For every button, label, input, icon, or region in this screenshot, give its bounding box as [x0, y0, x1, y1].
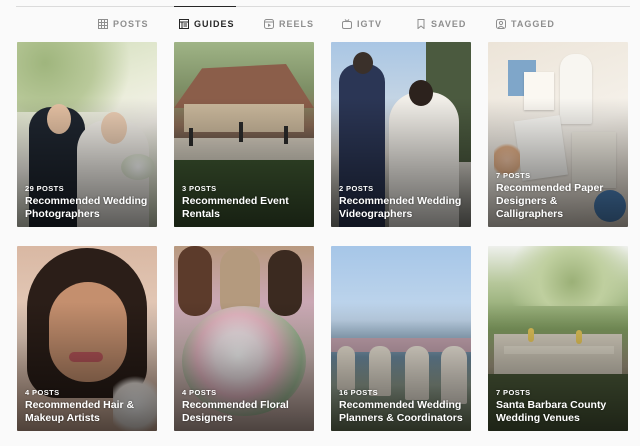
- igtv-icon: [342, 19, 352, 29]
- guide-card-hair-makeup[interactable]: 4 POSTS Recommended Hair & Makeup Artist…: [17, 246, 157, 431]
- guide-title: Recommended Paper Designers & Calligraph…: [496, 182, 604, 220]
- tab-tagged[interactable]: TAGGED: [496, 16, 555, 32]
- guide-card-venues[interactable]: 7 POSTS Santa Barbara County Wedding Ven…: [488, 246, 628, 431]
- bookmark-icon: [416, 19, 426, 29]
- guide-post-count: 4 POSTS: [25, 388, 60, 397]
- guide-post-count: 7 POSTS: [496, 388, 531, 397]
- guide-title: Recommended Wedding Videographers: [339, 195, 462, 220]
- tab-posts[interactable]: POSTS: [98, 16, 149, 32]
- guide-meta: 4 POSTS Recommended Floral Designers: [182, 388, 308, 425]
- guide-meta: 29 POSTS Recommended Wedding Photographe…: [25, 184, 151, 221]
- reels-icon: [264, 19, 274, 29]
- guide-meta: 7 POSTS Santa Barbara County Wedding Ven…: [496, 388, 622, 425]
- active-tab-indicator: [174, 6, 236, 7]
- guide-post-count: 4 POSTS: [182, 388, 217, 397]
- guide-post-count: 2 POSTS: [339, 184, 374, 193]
- guide-title: Santa Barbara County Wedding Venues: [496, 399, 607, 424]
- guide-title: Recommended Hair & Makeup Artists: [25, 399, 135, 424]
- tab-guides-label: GUIDES: [194, 19, 235, 29]
- guide-title: Recommended Wedding Photographers: [25, 195, 148, 220]
- profile-tabs: POSTS GUIDES REELS IGTV SAVED TAGGED: [0, 0, 640, 42]
- tab-reels-label: REELS: [279, 19, 315, 29]
- guide-card-floral[interactable]: 4 POSTS Recommended Floral Designers: [174, 246, 314, 431]
- tab-guides[interactable]: GUIDES: [179, 16, 235, 32]
- guide-meta: 2 POSTS Recommended Wedding Videographer…: [339, 184, 465, 221]
- guide-meta: 16 POSTS Recommended Wedding Planners & …: [339, 388, 465, 425]
- guide-card-videographers[interactable]: 2 POSTS Recommended Wedding Videographer…: [331, 42, 471, 227]
- tab-saved[interactable]: SAVED: [416, 16, 466, 32]
- guide-post-count: 16 POSTS: [339, 388, 379, 397]
- guide-card-planners[interactable]: 16 POSTS Recommended Wedding Planners & …: [331, 246, 471, 431]
- grid-icon: [98, 19, 108, 29]
- tabs-divider: [16, 6, 630, 7]
- guide-card-paper-designers[interactable]: 7 POSTS Recommended Paper Designers & Ca…: [488, 42, 628, 227]
- guide-meta: 4 POSTS Recommended Hair & Makeup Artist…: [25, 388, 151, 425]
- tab-igtv[interactable]: IGTV: [342, 16, 382, 32]
- guide-card-photographers[interactable]: 29 POSTS Recommended Wedding Photographe…: [17, 42, 157, 227]
- guide-meta: 7 POSTS Recommended Paper Designers & Ca…: [496, 171, 622, 221]
- guide-icon: [179, 19, 189, 29]
- guide-meta: 3 POSTS Recommended Event Rentals: [182, 184, 308, 221]
- guide-post-count: 29 POSTS: [25, 184, 65, 193]
- tab-reels[interactable]: REELS: [264, 16, 314, 32]
- tab-saved-label: SAVED: [431, 19, 467, 29]
- guide-title: Recommended Event Rentals: [182, 195, 289, 220]
- guide-card-event-rentals[interactable]: 3 POSTS Recommended Event Rentals: [174, 42, 314, 227]
- guide-post-count: 3 POSTS: [182, 184, 217, 193]
- tag-icon: [496, 19, 506, 29]
- tab-posts-label: POSTS: [113, 19, 149, 29]
- guide-post-count: 7 POSTS: [496, 171, 531, 180]
- guide-title: Recommended Floral Designers: [182, 399, 289, 424]
- guide-title: Recommended Wedding Planners & Coordinat…: [339, 399, 463, 424]
- tab-igtv-label: IGTV: [357, 19, 383, 29]
- tab-tagged-label: TAGGED: [511, 19, 555, 29]
